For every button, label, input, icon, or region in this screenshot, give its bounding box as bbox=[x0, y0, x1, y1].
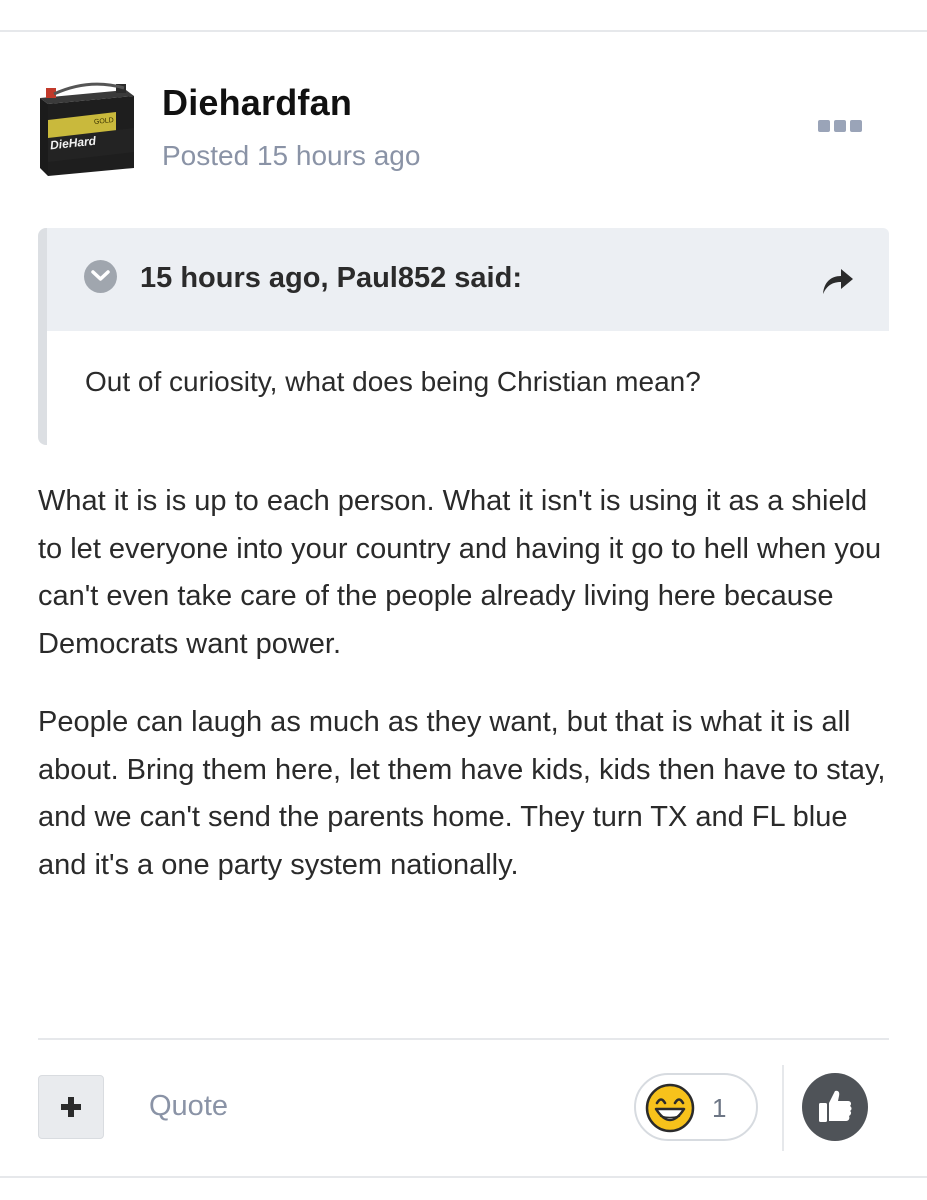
thumbs-up-icon bbox=[819, 1090, 852, 1122]
more-dot bbox=[850, 120, 862, 132]
post-timestamp[interactable]: Posted 15 hours ago bbox=[162, 140, 420, 172]
quote-text: Out of curiosity, what does being Christ… bbox=[85, 366, 701, 397]
like-button[interactable] bbox=[802, 1073, 868, 1141]
quote-citation[interactable]: 15 hours ago, Paul852 said: bbox=[140, 262, 522, 295]
post-paragraph: What it is is up to each person. What it… bbox=[38, 485, 882, 660]
more-dot bbox=[818, 120, 830, 132]
author-name[interactable]: Diehardfan bbox=[162, 82, 352, 124]
footer-divider bbox=[38, 1038, 889, 1040]
more-dot bbox=[834, 120, 846, 132]
post-paragraph: People can laugh as much as they want, b… bbox=[38, 706, 886, 881]
bottom-divider bbox=[0, 1176, 927, 1178]
plus-icon bbox=[61, 1097, 81, 1117]
laughing-emoji-icon bbox=[645, 1083, 695, 1133]
multiquote-plus-button[interactable] bbox=[38, 1075, 104, 1139]
top-divider bbox=[0, 30, 927, 32]
chevron-down-icon[interactable] bbox=[84, 260, 117, 293]
avatar[interactable]: DieHard GOLD bbox=[34, 80, 136, 180]
reaction-count: 1 bbox=[712, 1093, 727, 1123]
more-options-icon[interactable] bbox=[818, 116, 864, 136]
quote-block: 15 hours ago, Paul852 said: Out of curio… bbox=[38, 228, 889, 445]
quote-button[interactable]: Quote bbox=[149, 1090, 228, 1123]
battery-avatar-image bbox=[40, 82, 134, 176]
footer-vertical-divider bbox=[782, 1065, 784, 1151]
quote-header: 15 hours ago, Paul852 said: bbox=[47, 228, 889, 331]
reaction-summary[interactable]: 1 bbox=[634, 1073, 758, 1141]
share-icon[interactable] bbox=[819, 266, 855, 296]
